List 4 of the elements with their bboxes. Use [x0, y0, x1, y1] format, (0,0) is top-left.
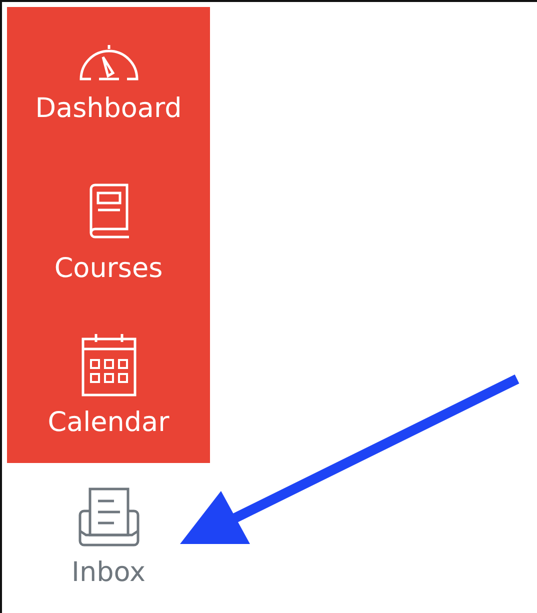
nav-item[interactable]: Courses — [7, 159, 210, 311]
nav-item[interactable]: Calendar — [7, 311, 210, 463]
nav-item[interactable]: Dashboard — [7, 7, 210, 159]
calendar-icon — [80, 333, 136, 397]
